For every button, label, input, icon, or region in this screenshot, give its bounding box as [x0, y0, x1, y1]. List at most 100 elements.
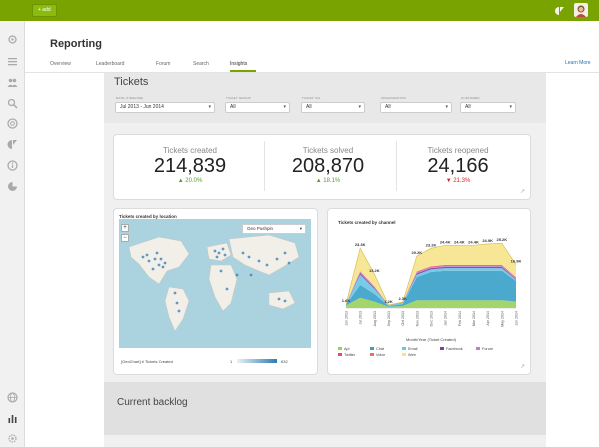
chevron-down-icon: ▾	[509, 104, 512, 110]
data-label: 24.4K	[454, 239, 465, 244]
list-icon[interactable]	[6, 55, 19, 68]
date-timeline-select[interactable]: Jul 2013 - Jun 2014 ▾	[115, 102, 215, 113]
pushpin-marker[interactable]	[287, 261, 291, 265]
pushpin-marker[interactable]	[213, 249, 217, 253]
stat-value: 208,870	[291, 155, 365, 177]
info-icon[interactable]	[6, 159, 19, 172]
pushpin-marker[interactable]	[283, 251, 287, 255]
tab-insights[interactable]: Insights	[230, 61, 247, 67]
pushpin-marker[interactable]	[275, 257, 279, 261]
pushpin-marker[interactable]	[241, 251, 245, 255]
x-tick-label: May 2014	[500, 311, 504, 327]
gear-icon[interactable]	[6, 33, 19, 46]
pushpin-marker[interactable]	[161, 265, 165, 269]
pushpin-marker[interactable]	[159, 257, 163, 261]
pushpin-marker[interactable]	[247, 255, 251, 259]
legend-label[interactable]: Chat	[376, 347, 385, 351]
tab-overview[interactable]: Overview	[50, 61, 71, 67]
ticket-group-select[interactable]: All ▾	[225, 102, 290, 113]
tab-forum[interactable]: Forum	[156, 61, 170, 67]
world-map[interactable]	[119, 219, 311, 348]
pushpin-marker[interactable]	[277, 297, 281, 301]
pushpin-marker[interactable]	[153, 257, 157, 261]
zoom-out-button[interactable]: −	[121, 234, 129, 242]
pushpin-marker[interactable]	[219, 269, 223, 273]
filter-label-via: TICKET VIA	[302, 96, 321, 100]
x-tick-label: Apr 2014	[486, 311, 490, 326]
pushpin-marker[interactable]	[215, 255, 219, 259]
data-label: 13.2K	[369, 268, 380, 273]
channel-area-chart: 1.6K23.3K13.2K1.2K2.3K20.2K23.2K24.4K 24.…	[338, 237, 522, 357]
zendesk-icon[interactable]	[6, 138, 19, 151]
settings-icon[interactable]	[6, 432, 19, 445]
pushpin-marker[interactable]	[145, 253, 149, 257]
x-tick-label: Oct 2013	[401, 311, 405, 326]
pushpin-marker[interactable]	[257, 259, 261, 263]
legend-label[interactable]: Email	[408, 347, 418, 351]
legend-label[interactable]: Web	[408, 353, 416, 357]
zendesk-logo-icon[interactable]	[553, 4, 566, 17]
legend-label[interactable]: Api	[344, 347, 350, 351]
legend-label[interactable]: Twitter	[344, 353, 356, 357]
search-icon[interactable]	[6, 97, 19, 110]
chevron-down-icon: ▾	[208, 104, 211, 110]
tickets-section-title: Tickets	[114, 76, 149, 88]
pushpin-marker[interactable]	[217, 251, 221, 255]
pushpin-marker[interactable]	[163, 261, 167, 265]
pushpin-marker[interactable]	[225, 287, 229, 291]
customer-select[interactable]: All ▾	[460, 102, 516, 113]
learn-more-link[interactable]: Learn More	[565, 60, 591, 66]
organization-select[interactable]: All ▾	[380, 102, 452, 113]
x-axis-label: Month/Year (Ticket Created)	[406, 337, 457, 342]
pushpin-marker[interactable]	[173, 291, 177, 295]
stat-label: Tickets reopened	[427, 146, 489, 155]
sidebar	[0, 21, 25, 447]
data-label: 23.3K	[355, 242, 366, 247]
x-tick-label: Jun 2013	[345, 311, 349, 326]
bar-chart-icon[interactable]	[6, 412, 19, 425]
avatar[interactable]	[574, 3, 588, 17]
pushpin-marker[interactable]	[157, 263, 161, 267]
geo-type-select[interactable]: Geo Pushpin ▾	[242, 224, 306, 234]
legend-label[interactable]: Forum	[482, 347, 493, 351]
stat-delta: ▲ 18.1%	[315, 178, 341, 184]
pushpin-marker[interactable]	[223, 253, 227, 257]
pushpin-marker[interactable]	[175, 301, 179, 305]
people-icon[interactable]	[6, 76, 19, 89]
x-tick-label: Jan 2014	[444, 311, 448, 326]
zoom-in-button[interactable]: +	[121, 224, 129, 232]
pushpin-marker[interactable]	[235, 273, 239, 277]
pushpin-marker[interactable]	[155, 251, 159, 255]
tab-leaderboard[interactable]: Leaderboard	[96, 61, 124, 67]
zendesk-apps-icon[interactable]	[6, 180, 19, 193]
external-link-icon[interactable]: ↗	[520, 188, 525, 195]
add-button[interactable]: + add	[32, 4, 57, 17]
world-map-graphic	[128, 234, 300, 332]
pushpin-marker[interactable]	[283, 299, 287, 303]
pushpin-marker[interactable]	[265, 263, 269, 267]
chevron-down-icon: ▾	[358, 104, 361, 110]
stat-label: Tickets created	[163, 146, 217, 155]
pushpin-marker[interactable]	[249, 273, 253, 277]
tab-search[interactable]: Search	[193, 61, 209, 67]
data-label: 16.9K	[511, 259, 522, 264]
pushpin-marker[interactable]	[221, 247, 225, 251]
ticket-via-select[interactable]: All ▾	[301, 102, 365, 113]
legend-label[interactable]: Voice	[376, 353, 385, 357]
pushpin-marker[interactable]	[151, 267, 155, 271]
legend-swatch	[370, 347, 374, 350]
filter-label-date: DATE (TIMELINE)	[116, 96, 144, 100]
external-link-icon[interactable]: ↗	[520, 363, 525, 370]
legend-swatch	[370, 353, 374, 356]
legend-label[interactable]: Facebook	[446, 347, 463, 351]
date-timeline-value: Jul 2013 - Jun 2014	[120, 104, 164, 110]
top-bar: + add	[0, 0, 599, 21]
legend-swatch	[440, 347, 444, 350]
x-tick-label: Nov 2013	[415, 311, 419, 326]
data-label: 1.2K	[384, 299, 393, 304]
pushpin-marker[interactable]	[141, 255, 145, 259]
help-icon[interactable]	[6, 117, 19, 130]
pushpin-marker[interactable]	[177, 309, 181, 313]
pushpin-marker[interactable]	[147, 259, 151, 263]
globe-icon[interactable]	[6, 391, 19, 404]
